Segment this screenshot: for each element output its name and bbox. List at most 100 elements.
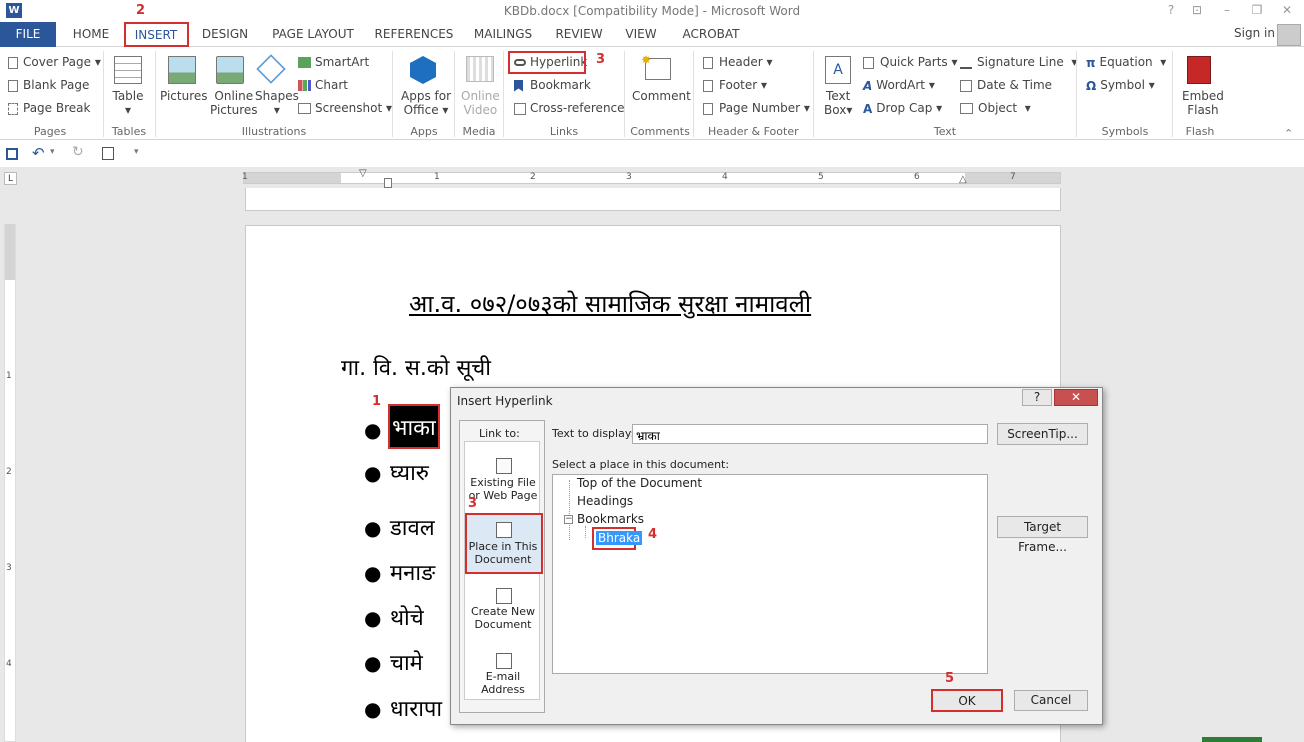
tree-item-top[interactable]: Top of the Document [577,476,702,490]
vruler-number: 4 [6,659,12,669]
place-in-document-item[interactable]: Place in This Document [465,540,541,566]
ruler-number: 1 [242,172,248,182]
email-label1: E-mail [485,670,521,683]
header-button[interactable]: Header ▾ [703,55,773,69]
table-button[interactable]: Table ▾ [112,89,144,117]
tab-acrobat[interactable]: ACROBAT [676,22,746,47]
comment-button[interactable]: Comment [632,89,691,103]
email-address-item[interactable]: E-mail Address [465,670,541,696]
pictures-button[interactable]: Pictures [160,89,208,103]
tab-page-layout[interactable]: PAGE LAYOUT [266,22,360,47]
signature-line-button[interactable]: Signature Line ▾ [960,55,1077,69]
existing-file-label1: Existing File [470,476,536,489]
left-indent-marker[interactable] [384,178,392,188]
email-label2: Address [481,683,525,696]
bullet-item-selected[interactable]: भाका [392,412,436,442]
ok-button[interactable]: OK [931,689,1003,712]
group-label-flash: Flash [1185,125,1215,138]
shapes-button[interactable]: Shapes ▾ [255,89,299,117]
first-line-indent-marker[interactable]: ▽ [359,168,367,179]
cancel-button[interactable]: Cancel [1014,690,1088,711]
annotation-4: 4 [648,527,658,542]
print-preview-icon[interactable] [102,147,114,160]
insert-tab-highlight [124,22,189,47]
date-time-icon [960,79,972,92]
tree-item-bookmarks[interactable]: Bookmarks [577,512,644,526]
date-time-button[interactable]: Date & Time [960,78,1052,92]
page-break-button[interactable]: Page Break [8,101,90,115]
drop-cap-button[interactable]: A Drop Cap ▾ [863,101,942,116]
embed-flash-button[interactable]: Embed Flash [1182,89,1224,117]
equation-button[interactable]: π Equation ▾ [1086,55,1166,70]
online-video-button[interactable]: Online Video [461,89,500,117]
bullet-item[interactable]: मनाङ [390,557,435,587]
embed-flash-label2: Flash [1187,103,1219,117]
cross-reference-button[interactable]: Cross-reference [514,101,625,115]
save-icon[interactable] [6,148,18,160]
tab-home[interactable]: HOME [66,22,116,47]
group-label-tables: Tables [111,125,147,138]
page-number-button[interactable]: Page Number ▾ [703,101,810,115]
online-video-icon [466,56,494,82]
dialog-close-button[interactable]: ✕ [1054,389,1098,406]
footer-button[interactable]: Footer ▾ [703,78,767,92]
cover-page-button[interactable]: Cover Page ▾ [8,55,101,69]
sign-in-link[interactable]: Sign in [1234,26,1275,40]
bullet: ● [364,561,382,585]
collapse-ribbon-icon[interactable]: ⌃ [1284,127,1293,140]
group-label-illustrations: Illustrations [241,125,307,138]
bullet-item[interactable]: डावल [390,512,435,542]
tab-file[interactable]: FILE [0,22,56,47]
bullet-item[interactable]: थोचे [390,602,424,632]
vruler-number: 3 [6,563,12,573]
bullet-item[interactable]: घ्यारु [390,457,429,487]
customize-qat-icon[interactable]: ▾ [134,147,139,157]
tab-references[interactable]: REFERENCES [372,22,456,47]
help-icon[interactable]: ? [1160,2,1182,18]
smartart-button[interactable]: SmartArt [298,55,369,69]
dialog-help-button[interactable]: ? [1022,389,1052,406]
tree-item-headings[interactable]: Headings [577,494,633,508]
quick-parts-button[interactable]: Quick Parts ▾ [863,55,958,69]
text-box-button[interactable]: Text Box▾ [824,89,852,117]
screenshot-button[interactable]: Screenshot ▾ [298,101,392,115]
tab-mailings[interactable]: MAILINGS [468,22,538,47]
group-label-text: Text [933,125,957,138]
create-new-document-item[interactable]: Create New Document [465,605,541,631]
target-frame-button[interactable]: Target Frame... [997,516,1088,554]
document-heading: आ.व. ०७२/०७३को सामाजिक सुरक्षा नामावली [409,290,812,318]
tree-item-bhraka[interactable]: Bhraka [596,531,643,545]
object-button[interactable]: Object ▾ [960,101,1031,115]
minimize-icon[interactable]: – [1216,2,1238,18]
undo-icon[interactable]: ↶ [32,144,45,162]
tab-selector-icon[interactable]: L [4,172,17,185]
ribbon-display-icon[interactable]: ⊡ [1186,2,1208,18]
close-window-icon[interactable]: ✕ [1276,2,1298,18]
bullet-item[interactable]: धारापा [390,693,442,723]
avatar-icon[interactable] [1277,24,1301,46]
tab-review[interactable]: REVIEW [550,22,608,47]
bullet: ● [364,606,382,630]
tab-view[interactable]: VIEW [618,22,664,47]
right-indent-marker[interactable]: △ [959,174,967,185]
chart-button[interactable]: Chart [298,78,348,92]
blank-page-button[interactable]: Blank Page [8,78,89,92]
text-box-label1: Text [826,89,851,103]
undo-dropdown-icon[interactable]: ▾ [50,147,55,157]
date-time-label: Date & Time [977,78,1053,92]
redo-icon[interactable]: ↻ [72,144,84,160]
online-pictures-button[interactable]: Online Pictures [210,89,258,117]
screentip-button[interactable]: ScreenTip... [997,423,1088,445]
wordart-button[interactable]: A WordArt ▾ [863,78,935,93]
restore-icon[interactable]: ❐ [1246,2,1268,18]
text-to-display-input[interactable]: भ्राका [632,424,988,444]
ruler-margin-left [243,173,341,183]
symbol-button[interactable]: Ω Symbol ▾ [1086,78,1155,93]
apps-for-office-button[interactable]: Apps for Office ▾ [401,89,451,117]
chart-label: Chart [315,78,348,92]
tree-collapse-icon[interactable]: − [564,515,573,524]
dialog-title: Insert Hyperlink [457,394,553,408]
bookmark-button[interactable]: Bookmark [514,78,591,92]
tab-design[interactable]: DESIGN [198,22,252,47]
bullet-item[interactable]: चामे [390,647,423,677]
